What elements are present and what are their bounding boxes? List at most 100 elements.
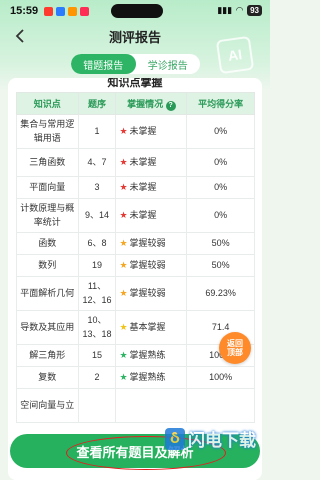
tab-error-report[interactable]: 错题报告 xyxy=(71,54,136,74)
cell-questions: 6、8 xyxy=(77,232,117,255)
page-title: 测评报告 xyxy=(108,29,161,45)
status-icons: ▮▮▮ ◠ 93 xyxy=(217,5,262,16)
table-row: 三角函数 4、7 ★ 未掌握 0% xyxy=(16,148,255,177)
status-star-icon: ★ xyxy=(119,181,128,192)
status-star-icon: ★ xyxy=(119,125,128,136)
cell-status: ★ 掌握熟练 xyxy=(115,344,188,367)
table-row: 平面向量 3 ★ 未掌握 0% xyxy=(16,176,255,199)
back-to-top-button[interactable]: 返回顶部 xyxy=(219,332,251,364)
status-star-icon: ★ xyxy=(119,156,128,167)
help-icon[interactable]: ? xyxy=(165,100,176,111)
cell-rate: 0% xyxy=(186,148,255,177)
status-time: 15:59 xyxy=(10,5,39,17)
cell-topic: 集合与常用逻辑用语 xyxy=(16,114,79,149)
header-rate: 平均得分率 xyxy=(186,92,255,115)
table-row: 数列 19 ★ 掌握较弱 50% xyxy=(16,254,255,277)
table-row: 计数原理与概率统计 9、14 ★ 未掌握 0% xyxy=(16,198,255,233)
cell-questions: 15 xyxy=(77,344,117,367)
app-notification-icon xyxy=(56,6,66,16)
back-arrow-icon[interactable] xyxy=(10,26,30,46)
watermark-logo-icon: Ⴢ xyxy=(165,427,185,450)
table-row: 导数及其应用 10、13、18 ★ 基本掌握 71.4 xyxy=(16,310,255,345)
signal-icon: ▮▮▮ xyxy=(217,5,233,15)
cell-topic: 平面向量 xyxy=(16,176,79,199)
cell-topic: 函数 xyxy=(16,232,79,255)
cell-topic: 平面解析几何 xyxy=(16,276,79,311)
status-label: 掌握熟练 xyxy=(129,349,166,360)
cell-rate: 50% xyxy=(186,254,255,277)
cell-status: ★ 未掌握 xyxy=(115,198,188,233)
table-row: 空间向量与立 xyxy=(16,388,255,423)
cell-questions: 3 xyxy=(77,176,117,199)
app-notification-icon xyxy=(80,6,90,16)
table-row: 函数 6、8 ★ 掌握较弱 50% xyxy=(16,232,255,255)
status-label: 未掌握 xyxy=(129,181,157,192)
status-label: 掌握熟练 xyxy=(129,371,166,382)
cell-questions xyxy=(77,388,117,423)
table-header-row: 知识点 题序 掌握情况 ? 平均得分率 xyxy=(16,92,255,115)
app-notification-icon xyxy=(68,6,78,16)
status-label: 掌握较弱 xyxy=(129,287,166,298)
header-topic: 知识点 xyxy=(16,92,79,115)
cell-topic: 解三角形 xyxy=(16,344,79,367)
status-label: 掌握较弱 xyxy=(129,259,166,270)
status-star-icon: ★ xyxy=(119,371,128,382)
status-bar: 15:59 ▮▮▮ ◠ 93 xyxy=(0,0,270,22)
status-star-icon: ★ xyxy=(119,321,128,332)
camera-notch xyxy=(111,4,163,18)
cell-rate xyxy=(186,388,255,423)
tab-diagnosis-report[interactable]: 学诊报告 xyxy=(136,54,201,74)
card-title: 知识点掌握 xyxy=(107,78,163,89)
cell-status: ★ 掌握较弱 xyxy=(115,232,188,255)
cell-rate: 100% xyxy=(186,366,255,389)
cell-status: ★ 未掌握 xyxy=(115,176,188,199)
cell-topic: 三角函数 xyxy=(16,148,79,177)
cell-questions: 2 xyxy=(77,366,117,389)
back-to-top-label: 返回顶部 xyxy=(227,338,243,357)
cell-topic: 数列 xyxy=(16,254,79,277)
watermark-text: 闪电下载 xyxy=(188,431,256,450)
cell-questions: 1 xyxy=(77,114,117,149)
watermark: Ⴢ 闪电下载 xyxy=(165,426,256,451)
cell-questions: 4、7 xyxy=(77,148,117,177)
header-status: 掌握情况 ? xyxy=(115,92,188,115)
status-label: 掌握较弱 xyxy=(129,237,166,248)
cell-topic: 空间向量与立 xyxy=(16,388,79,423)
cell-topic: 导数及其应用 xyxy=(16,310,79,345)
table-row: 平面解析几何 11、12、16 ★ 掌握较弱 69.23% xyxy=(16,276,255,311)
cell-questions: 19 xyxy=(77,254,117,277)
battery-icon: 93 xyxy=(247,5,262,16)
report-tabs: 错题报告 学诊报告 xyxy=(71,54,200,74)
cell-status: ★ 掌握较弱 xyxy=(115,276,188,311)
cell-rate: 69.23% xyxy=(186,276,255,311)
cell-rate: 0% xyxy=(186,198,255,233)
status-star-icon: ★ xyxy=(119,259,128,270)
nav-bar: 测评报告 xyxy=(0,24,270,48)
status-star-icon: ★ xyxy=(119,209,128,220)
wifi-icon: ◠ xyxy=(236,5,244,15)
knowledge-card: 知识点掌握 知识点 题序 掌握情况 ? 平均得分率 集合与常用逻辑用语 1 ★ 未掌握… xyxy=(8,78,262,480)
cell-rate: 0% xyxy=(186,114,255,149)
status-label: 未掌握 xyxy=(129,125,157,136)
table-row: 复数 2 ★ 掌握熟练 100% xyxy=(16,366,255,389)
status-label: 基本掌握 xyxy=(129,321,166,332)
header-questions: 题序 xyxy=(77,92,117,115)
cell-questions: 9、14 xyxy=(77,198,117,233)
cell-status: ★ 未掌握 xyxy=(115,114,188,149)
status-star-icon: ★ xyxy=(119,287,128,298)
cell-status: ★ 掌握较弱 xyxy=(115,254,188,277)
cell-questions: 11、12、16 xyxy=(77,276,117,311)
app-notification-icon xyxy=(44,6,54,16)
status-label: 未掌握 xyxy=(129,209,157,220)
cell-status: ★ 基本掌握 xyxy=(115,310,188,345)
cell-questions: 10、13、18 xyxy=(77,310,117,345)
cell-status xyxy=(115,388,188,423)
status-star-icon: ★ xyxy=(119,237,128,248)
cell-topic: 复数 xyxy=(16,366,79,389)
knowledge-table: 知识点 题序 掌握情况 ? 平均得分率 集合与常用逻辑用语 1 ★ 未掌握 0% 三角函数… xyxy=(16,92,255,423)
cell-rate: 0% xyxy=(186,176,255,199)
cell-status: ★ 掌握熟练 xyxy=(115,366,188,389)
status-star-icon: ★ xyxy=(119,349,128,360)
header-status-label: 掌握情况 xyxy=(127,98,164,109)
status-label: 未掌握 xyxy=(129,156,157,167)
